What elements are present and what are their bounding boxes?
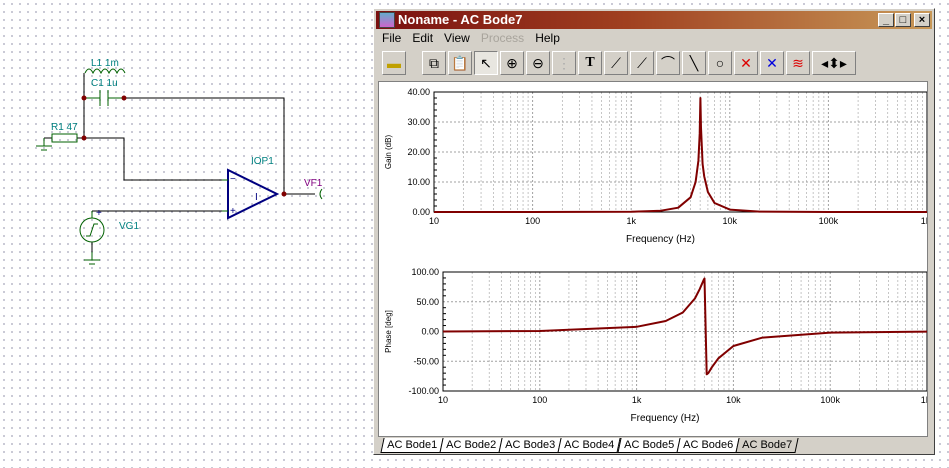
pointer-icon[interactable]: ↖ (474, 51, 498, 75)
y-tick-label: 50.00 (416, 297, 439, 307)
tab-label: AC Bode2 (446, 439, 497, 451)
voltmeter-vf1[interactable] (319, 188, 323, 200)
copy-icon[interactable]: ⧉ (422, 51, 446, 75)
opamp-symbol: I (255, 192, 258, 203)
y-tick-label: 0.00 (421, 327, 439, 337)
maximize-button[interactable]: □ (895, 13, 911, 27)
minus-sign: − (230, 174, 236, 185)
schematic[interactable]: L1 1m C1 1u R1 47 IOP1 VG1 VF1 I − + + (0, 0, 372, 468)
zoom-in-icon[interactable]: ⊕ (500, 51, 524, 75)
tab-label: AC Bode1 (387, 439, 438, 451)
bode-plots[interactable]: 0.00 10.00 20.00 30.00 40.00 10 100 1k 10k 100k 1M… (379, 82, 933, 436)
capacitor-c1[interactable] (84, 90, 124, 106)
label-a-icon[interactable]: ⟋ (604, 51, 628, 75)
y-axis-label: Gain (dB) (384, 135, 393, 170)
tab-ac-bode7[interactable]: AC Bode7 (735, 438, 799, 453)
phase-curve (442, 277, 928, 376)
source-plus-sign: + (96, 208, 102, 219)
cursor-a-icon[interactable]: ✕ (734, 51, 758, 75)
tab-label: AC Bode5 (623, 439, 674, 451)
tab-label: AC Bode7 (742, 439, 793, 451)
y-tick-label: 30.00 (407, 117, 430, 127)
c1-label: C1 1u (91, 78, 118, 89)
y-tick-label: 10.00 (407, 177, 430, 187)
y-tick-label: -100.00 (408, 386, 439, 396)
minimize-button[interactable]: _ (878, 13, 894, 27)
menu-edit[interactable]: Edit (412, 31, 433, 45)
vf1-label: VF1 (304, 178, 323, 189)
x-tick-label: 100 (525, 216, 540, 226)
x-tick-label: 10 (429, 216, 439, 226)
y-axis-label: Phase [deg] (384, 310, 393, 353)
tab-ac-bode6[interactable]: AC Bode6 (676, 438, 740, 453)
ground-icon (36, 138, 52, 151)
y-tick-label: -50.00 (413, 356, 439, 366)
tab-label: AC Bode4 (564, 439, 615, 451)
tab-ac-bode5[interactable]: AC Bode5 (617, 438, 681, 453)
tab-label: AC Bode3 (505, 439, 556, 451)
r1-label: R1 47 (51, 122, 78, 133)
y-tick-label: 20.00 (407, 147, 430, 157)
open-icon[interactable]: ▬ (382, 51, 406, 75)
formula-icon[interactable]: ⌒ (656, 51, 680, 75)
x-tick-label: 10k (726, 395, 741, 405)
circle-icon[interactable]: ○ (708, 51, 732, 75)
junction-dots (81, 95, 287, 197)
zoom-out-icon[interactable]: ⊖ (526, 51, 550, 75)
window-title: Noname - AC Bode7 (398, 12, 523, 27)
x-tick-label: 100 (532, 395, 547, 405)
inductor-l1[interactable] (84, 68, 126, 75)
plot-area[interactable]: 0.00 10.00 20.00 30.00 40.00 10 100 1k 10k 100k 1M… (378, 81, 933, 437)
gain-curve (434, 97, 927, 213)
tab-ac-bode4[interactable]: AC Bode4 (557, 438, 622, 453)
grid-icon: ⋮ (552, 51, 576, 75)
x-axis-label: Frequency (Hz) (626, 234, 695, 245)
tab-ac-bode1[interactable]: AC Bode1 (380, 438, 444, 453)
tab-label: AC Bode6 (682, 439, 734, 451)
move-arrows-icon[interactable]: ◂⬍▸ (812, 51, 856, 75)
paste-icon[interactable]: 📋 (448, 51, 472, 75)
menu-process: Process (480, 31, 525, 45)
x-tick-label: 1M (921, 216, 927, 226)
label-b-icon[interactable]: ⟋ (630, 51, 654, 75)
iop1-label: IOP1 (251, 156, 274, 167)
vg1-label: VG1 (119, 221, 139, 232)
x-tick-label: 1M (921, 395, 927, 405)
menu-file[interactable]: File (382, 31, 401, 45)
close-button[interactable]: × (914, 13, 930, 27)
plus-sign: + (230, 206, 236, 217)
tab-ac-bode3[interactable]: AC Bode3 (498, 438, 563, 453)
x-tick-label: 1k (626, 216, 636, 226)
resistor-r1[interactable] (51, 133, 78, 143)
l1-label: L1 1m (91, 58, 119, 69)
cursor-b-icon[interactable]: ✕ (760, 51, 784, 75)
title-bar[interactable]: Noname - AC Bode7 _ □ × (376, 11, 932, 29)
menu-bar: File Edit View Process Help (382, 31, 560, 45)
line-icon[interactable]: ╲ (682, 51, 706, 75)
x-tick-label: 10 (438, 395, 448, 405)
menu-view[interactable]: View (444, 31, 470, 45)
tab-ac-bode2[interactable]: AC Bode2 (439, 438, 503, 453)
app-icon (379, 12, 395, 28)
text-icon[interactable]: T (578, 51, 602, 75)
x-tick-label: 100k (819, 216, 839, 226)
toolbar: ▬ ⧉ 📋 ↖ ⊕ ⊖ ⋮ T ⟋ ⟋ ⌒ ╲ ○ ✕ ✕ ≋ ◂⬍▸ (382, 51, 856, 77)
bode-window: Noname - AC Bode7 _ □ × File Edit View P… (373, 8, 935, 455)
y-tick-label: 100.00 (411, 267, 439, 277)
curves-icon[interactable]: ≋ (786, 51, 810, 75)
x-tick-label: 10k (723, 216, 738, 226)
ground-icon (84, 252, 100, 265)
x-tick-label: 1k (632, 395, 642, 405)
x-tick-label: 100k (820, 395, 840, 405)
y-tick-label: 0.00 (412, 207, 430, 217)
y-tick-label: 40.00 (407, 87, 430, 97)
menu-help[interactable]: Help (535, 31, 560, 45)
tab-bar: AC Bode1 AC Bode2 AC Bode3 AC Bode4 AC Bode5… (380, 438, 799, 453)
x-axis-label: Frequency (Hz) (631, 413, 700, 424)
